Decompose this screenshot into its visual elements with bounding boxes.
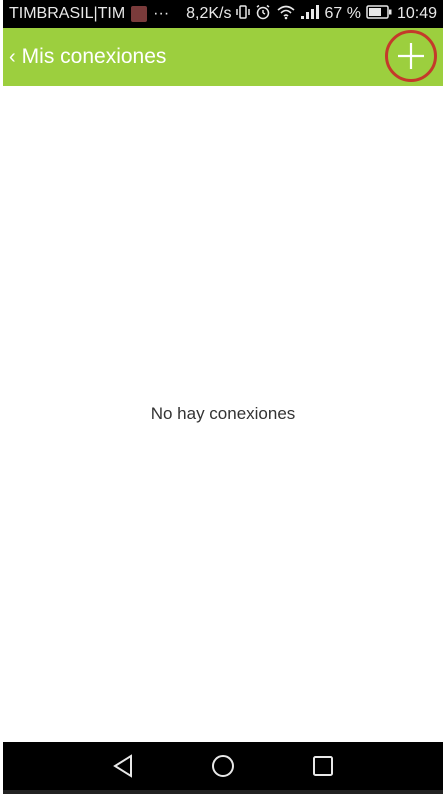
back-button[interactable]: ‹ Mis conexiones: [3, 28, 166, 86]
add-icon: [398, 43, 424, 69]
notification-image-icon: [131, 6, 148, 22]
bottom-edge: [3, 790, 443, 794]
nav-home-button[interactable]: [201, 746, 245, 786]
app-toolbar: ‹ Mis conexiones: [3, 28, 443, 86]
status-right: 8,2K/s 67 % 10:49: [186, 4, 437, 25]
signal-icon: [301, 4, 320, 24]
connections-list: No hay conexiones: [3, 86, 443, 742]
add-connection-button[interactable]: [385, 30, 437, 82]
nav-back-button[interactable]: [101, 746, 145, 786]
nav-back-icon: [113, 754, 132, 778]
wifi-icon: [276, 4, 296, 25]
back-chevron-icon: ‹: [9, 45, 16, 68]
battery-percent: 67 %: [324, 5, 361, 22]
clock: 10:49: [396, 5, 437, 22]
status-bar: TIMBRASIL|TIM ··· 8,2K/s 67 % 10:49: [3, 0, 443, 28]
status-left: TIMBRASIL|TIM ···: [9, 5, 169, 23]
system-navigation-bar: [3, 742, 443, 790]
network-speed: 8,2K/s: [186, 5, 232, 22]
vibrate-icon: [236, 4, 251, 25]
screen: TIMBRASIL|TIM ··· 8,2K/s 67 % 10:49 ‹ Mi…: [0, 0, 446, 794]
alarm-icon: [255, 4, 271, 25]
battery-icon: [366, 4, 392, 24]
more-notifications: ···: [153, 5, 170, 22]
page-title: Mis conexiones: [21, 45, 167, 68]
nav-recents-button[interactable]: [301, 746, 345, 786]
nav-recents-icon: [313, 756, 333, 776]
carrier-label: TIMBRASIL|TIM: [9, 5, 126, 22]
empty-state-message: No hay conexiones: [150, 404, 296, 423]
nav-home-icon: [212, 755, 234, 777]
